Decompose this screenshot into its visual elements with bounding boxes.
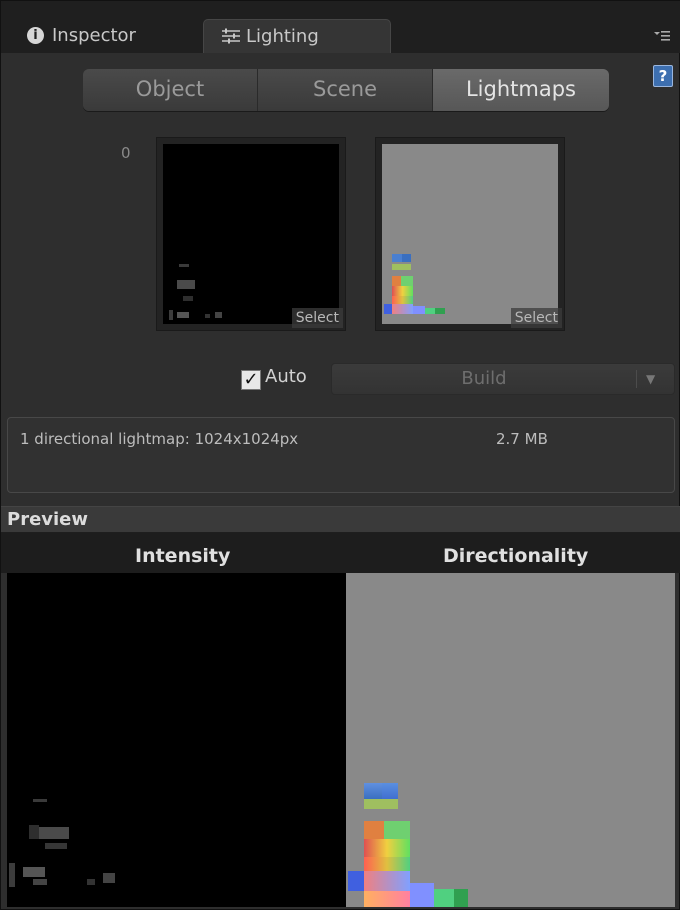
- intensity-lightmap-thumbnail[interactable]: Select: [156, 137, 346, 331]
- lighting-window: i Inspector Lighting ? Object Scene Ligh…: [0, 0, 680, 910]
- build-button-label: Build: [461, 368, 507, 389]
- intensity-select-button[interactable]: Select: [291, 308, 343, 328]
- directionality-title: Directionality: [443, 545, 589, 567]
- help-icon[interactable]: ?: [653, 65, 673, 87]
- build-separator: [636, 370, 637, 388]
- intensity-title: Intensity: [135, 545, 231, 567]
- build-button[interactable]: Build ▼: [331, 363, 675, 395]
- check-icon[interactable]: ✓: [241, 370, 261, 390]
- tab-inspector-label: Inspector: [52, 25, 136, 46]
- tab-lighting-label: Lighting: [246, 26, 319, 47]
- tab-bar: i Inspector Lighting: [1, 1, 680, 53]
- directionality-select-button[interactable]: Select: [510, 308, 562, 328]
- lightmap-info-box: 1 directional lightmap: 1024x1024px 2.7 …: [7, 417, 675, 493]
- tab-lightmaps[interactable]: Lightmaps: [433, 69, 609, 111]
- preview-column-headers: Intensity Directionality: [1, 533, 680, 573]
- chevron-down-icon[interactable]: ▼: [646, 364, 655, 394]
- directionality-lightmap-image: [382, 144, 558, 324]
- lightmap-memory-size: 2.7 MB: [496, 430, 548, 448]
- auto-label: Auto: [265, 366, 307, 387]
- sliders-icon: [220, 23, 242, 44]
- auto-bake-toggle[interactable]: ✓ Auto: [241, 363, 307, 391]
- preview-header[interactable]: Preview: [1, 506, 680, 533]
- tab-lighting[interactable]: Lighting: [203, 19, 391, 53]
- lightmap-description: 1 directional lightmap: 1024x1024px: [20, 430, 299, 448]
- lightmap-index: 0: [121, 144, 131, 162]
- mode-segmented-control: Object Scene Lightmaps: [83, 69, 609, 111]
- intensity-lightmap-image: [163, 144, 339, 324]
- directionality-preview-image: [346, 573, 675, 907]
- tab-object[interactable]: Object: [83, 69, 258, 111]
- tab-inspector[interactable]: i Inspector: [27, 19, 197, 53]
- menu-icon[interactable]: [653, 29, 671, 43]
- directionality-lightmap-thumbnail[interactable]: Select: [375, 137, 565, 331]
- info-icon: i: [27, 27, 44, 44]
- tab-scene[interactable]: Scene: [258, 69, 433, 111]
- intensity-preview-image: [7, 573, 346, 907]
